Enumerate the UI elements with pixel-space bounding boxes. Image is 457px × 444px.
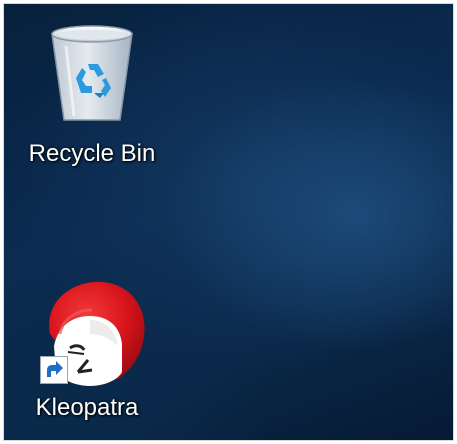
recycle-bin-label: Recycle Bin <box>28 140 156 167</box>
recycle-bin-icon <box>44 22 140 124</box>
shortcut-arrow-icon <box>40 356 68 384</box>
kleopatra-shortcut[interactable]: Kleopatra <box>24 276 158 422</box>
kleopatra-icon <box>32 276 150 388</box>
recycle-bin-shortcut[interactable]: Recycle Bin <box>12 22 172 168</box>
kleopatra-label: Kleopatra <box>35 394 139 421</box>
desktop-wallpaper[interactable]: Recycle Bin Kleopatra <box>3 3 454 441</box>
